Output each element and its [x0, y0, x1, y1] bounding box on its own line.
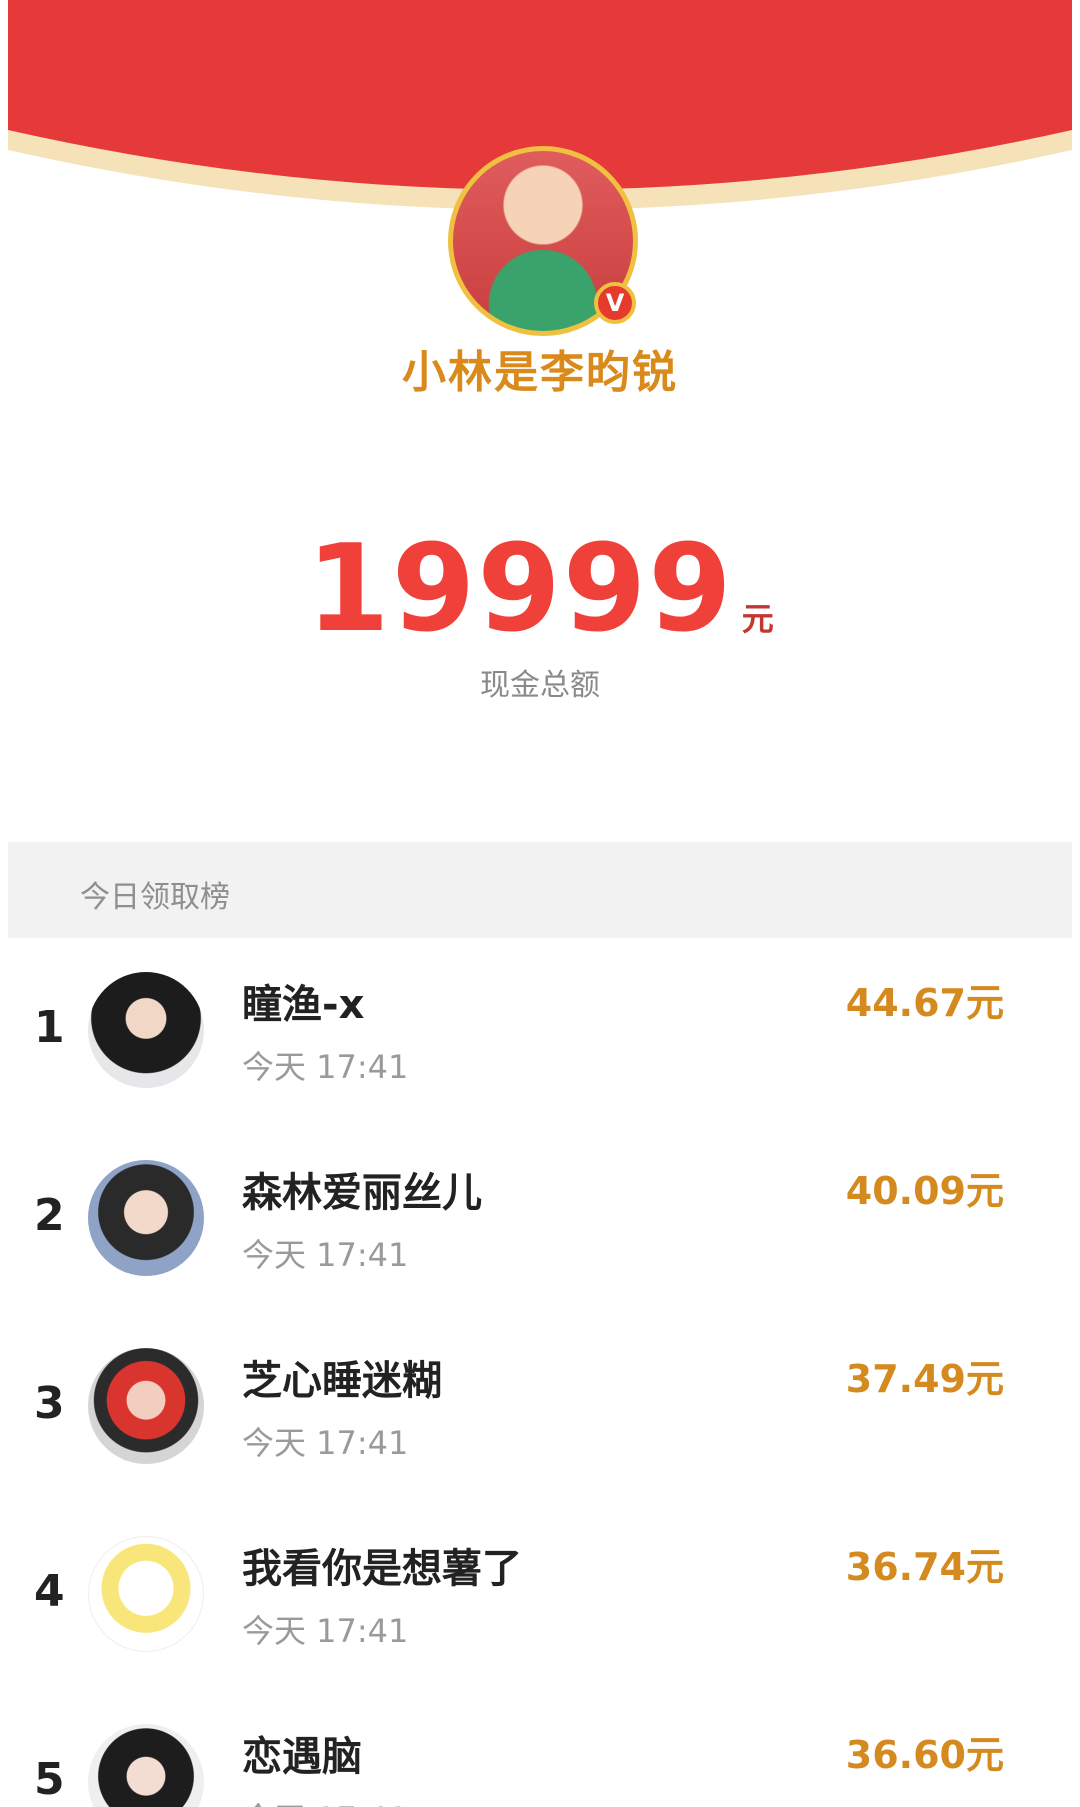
user-avatar[interactable]	[88, 1536, 204, 1652]
rank-number: 1	[34, 1002, 65, 1053]
leaderboard-row[interactable]: 5 恋遇脑 今天 17:41 36.60元	[8, 1690, 1072, 1807]
total-amount-label: 现金总额	[480, 668, 600, 703]
sender-username[interactable]: 小林是李昀锐	[8, 336, 1072, 400]
user-avatar[interactable]	[88, 1348, 204, 1464]
receive-time: 今天 17:41	[242, 1612, 409, 1650]
received-amount: 36.74元	[845, 1545, 1004, 1589]
user-name[interactable]: 森林爱丽丝儿	[242, 1160, 482, 1218]
leaderboard-row[interactable]: 4 我看你是想薯了 今天 17:41 36.74元	[8, 1502, 1072, 1690]
verified-badge-icon: V	[594, 282, 636, 324]
received-amount: 44.67元	[845, 981, 1004, 1025]
leaderboard-row[interactable]: 1 瞳渔-x 今天 17:41 44.67元	[8, 938, 1072, 1126]
leaderboard-header: 今日领取榜	[8, 842, 1072, 938]
rank-number: 4	[34, 1566, 65, 1617]
user-avatar[interactable]	[88, 1724, 204, 1807]
total-amount: 19999 元	[8, 530, 1072, 650]
receive-time: 今天 17:41	[242, 1794, 408, 1807]
leaderboard-title: 今日领取榜	[80, 880, 230, 915]
leaderboard-row[interactable]: 3 芝心睡迷糊 今天 17:41 37.49元	[8, 1314, 1072, 1502]
received-amount: 37.49元	[845, 1357, 1004, 1401]
leaderboard-list: 1 瞳渔-x 今天 17:41 44.67元 2 森林爱丽丝儿 今天 17:41…	[8, 938, 1072, 1807]
receive-time: 今天 17:41	[242, 1424, 409, 1462]
user-name[interactable]: 芝心睡迷糊	[242, 1348, 442, 1406]
red-packet-details-page: V 小林是李昀锐 19999 元 现金总额 今日领取榜 1 瞳渔-x 今天 17:…	[8, 0, 1072, 1807]
received-amount: 40.09元	[845, 1169, 1004, 1213]
user-avatar[interactable]	[88, 1160, 204, 1276]
user-avatar[interactable]	[88, 972, 204, 1088]
rank-number: 2	[34, 1190, 65, 1241]
user-name[interactable]: 恋遇脑	[242, 1724, 362, 1782]
rank-number: 3	[34, 1378, 65, 1429]
user-name[interactable]: 瞳渔-x	[242, 972, 364, 1030]
received-amount: 36.60元	[845, 1733, 1004, 1777]
receive-time: 今天 17:41	[242, 1048, 409, 1086]
total-amount-unit: 元	[741, 600, 774, 638]
rank-number: 5	[34, 1754, 65, 1805]
total-amount-value: 19999	[306, 520, 734, 659]
receive-time: 今天 17:41	[242, 1236, 409, 1274]
leaderboard-row[interactable]: 2 森林爱丽丝儿 今天 17:41 40.09元	[8, 1126, 1072, 1314]
user-name[interactable]: 我看你是想薯了	[242, 1536, 522, 1594]
